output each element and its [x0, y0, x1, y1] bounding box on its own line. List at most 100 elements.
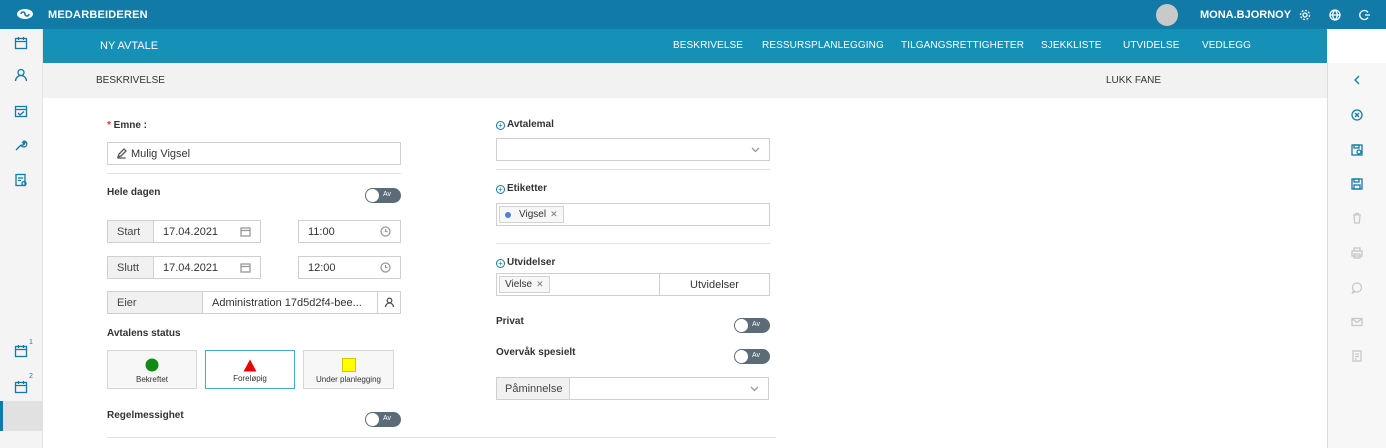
- tags-input[interactable]: Vigsel ✕: [496, 203, 770, 226]
- wrench-icon[interactable]: [13, 137, 29, 153]
- remove-tag-icon[interactable]: ✕: [550, 209, 558, 220]
- extensions-input[interactable]: Vielse ✕ Utvidelser: [496, 273, 770, 296]
- start-time-field[interactable]: 11:00: [298, 220, 401, 243]
- chat-icon[interactable]: [1350, 281, 1364, 295]
- left-rail: 1 2: [0, 29, 43, 448]
- green-circle-icon: [145, 358, 159, 372]
- save-icon[interactable]: [1350, 177, 1364, 191]
- subject-value: Mulig Vigsel: [131, 147, 191, 160]
- end-time-value: 12:00: [308, 261, 336, 274]
- end-date-field[interactable]: Slutt 17.04.2021: [107, 256, 261, 279]
- start-time-value: 11:00: [308, 225, 335, 238]
- window-badge: 2: [29, 373, 33, 380]
- close-tab-button[interactable]: LUKK FANE: [1106, 75, 1161, 86]
- divider: [496, 243, 770, 244]
- settings-icon[interactable]: [1298, 8, 1311, 21]
- tab-ressursplanlegging[interactable]: RESSURSPLANLEGGING: [762, 40, 884, 51]
- calendar-window-icon[interactable]: [13, 379, 29, 395]
- logout-icon[interactable]: [1358, 8, 1371, 21]
- recurrence-label: Regelmessighet: [107, 410, 184, 421]
- chevron-down-icon: [751, 147, 760, 152]
- tab-tilgangsrettigheter[interactable]: TILGANGSRETTIGHETER: [901, 40, 1024, 51]
- chevron-down-icon: [750, 386, 759, 391]
- mail-icon[interactable]: [1350, 315, 1364, 329]
- status-label: Avtalens status: [107, 328, 181, 339]
- user-name[interactable]: MONA.BJORNOY: [1200, 9, 1291, 21]
- owner-value: Administration 17d5d2f4-bee...: [212, 296, 362, 309]
- start-date-field[interactable]: Start 17.04.2021: [107, 220, 261, 243]
- remove-extension-icon[interactable]: ✕: [536, 279, 544, 290]
- status-option-planning[interactable]: Under planlegging: [303, 350, 394, 389]
- yellow-square-icon: [341, 358, 356, 372]
- status-option-label: Foreløpig: [233, 374, 267, 383]
- task-calendar-icon[interactable]: [13, 103, 29, 119]
- avatar[interactable]: [1156, 4, 1178, 26]
- extensions-button[interactable]: Utvidelser: [660, 279, 769, 291]
- private-toggle[interactable]: Av: [734, 318, 770, 333]
- subject-label: * Emne :: [107, 120, 148, 131]
- template-label: + Avtalemal: [496, 119, 554, 130]
- close-circle-icon[interactable]: [1350, 108, 1364, 122]
- app-name[interactable]: MEDARBEIDEREN: [48, 9, 148, 21]
- tab-utvidelse[interactable]: UTVIDELSE: [1123, 40, 1179, 51]
- calendar-icon[interactable]: [240, 262, 251, 273]
- tag-label: Vigsel: [519, 209, 547, 220]
- delete-icon[interactable]: [1350, 211, 1364, 225]
- all-day-label: Hele dagen: [107, 187, 161, 198]
- page-title: NY AVTALE: [100, 40, 159, 52]
- template-select[interactable]: [496, 138, 770, 161]
- section-header: BESKRIVELSE LUKK FANE: [43, 63, 1327, 98]
- divider: [107, 437, 776, 438]
- subject-input[interactable]: Mulig Vigsel: [107, 142, 401, 165]
- person-icon: [384, 297, 394, 308]
- end-date-value: 17.04.2021: [163, 261, 219, 274]
- divider: [107, 173, 401, 174]
- reminder-label: Påminnelse: [497, 378, 570, 399]
- start-date-value: 17.04.2021: [163, 225, 219, 238]
- globe-icon[interactable]: [1328, 8, 1341, 21]
- add-icon: +: [496, 259, 505, 268]
- all-day-toggle[interactable]: Av: [365, 188, 401, 203]
- right-rail: [1327, 63, 1386, 448]
- logo-icon[interactable]: [16, 8, 34, 20]
- top-bar: MEDARBEIDEREN MONA.BJORNOY: [0, 0, 1386, 29]
- collapse-icon[interactable]: [1350, 73, 1364, 87]
- tab-sjekkliste[interactable]: SJEKKLISTE: [1041, 40, 1101, 51]
- red-triangle-icon: [243, 359, 257, 372]
- recurrence-toggle[interactable]: Av: [365, 412, 401, 427]
- reminder-select[interactable]: Påminnelse: [496, 377, 769, 400]
- tag-chip[interactable]: Vigsel ✕: [499, 206, 564, 223]
- status-option-confirmed[interactable]: Bekreftet: [107, 350, 197, 389]
- end-label: Slutt: [108, 257, 154, 278]
- pencil-icon: [116, 148, 127, 159]
- calendar-icon[interactable]: [13, 35, 29, 51]
- add-icon: +: [496, 185, 505, 194]
- status-option-label: Under planlegging: [316, 375, 381, 384]
- person-icon[interactable]: [13, 67, 29, 83]
- owner-label: Eier: [108, 292, 203, 313]
- calendar-window-icon[interactable]: [13, 343, 29, 359]
- tag-color-dot: [505, 211, 511, 218]
- extension-chip[interactable]: Vielse ✕: [499, 276, 550, 293]
- end-time-field[interactable]: 12:00: [298, 256, 401, 279]
- owner-picker-button[interactable]: [377, 292, 400, 313]
- clock-icon[interactable]: [380, 262, 391, 273]
- save-close-icon[interactable]: [1350, 143, 1364, 157]
- clock-icon[interactable]: [380, 226, 391, 237]
- section-title: BESKRIVELSE: [96, 75, 165, 86]
- tab-beskrivelse[interactable]: BESKRIVELSE: [673, 40, 743, 51]
- owner-field[interactable]: Eier Administration 17d5d2f4-bee...: [107, 291, 401, 314]
- document-icon[interactable]: [13, 172, 29, 188]
- calendar-icon[interactable]: [240, 226, 251, 237]
- private-label: Privat: [496, 316, 524, 327]
- extensions-label: + Utvidelser: [496, 257, 555, 268]
- tab-vedlegg[interactable]: VEDLEGG: [1202, 40, 1251, 51]
- print-icon[interactable]: [1350, 246, 1364, 260]
- status-option-tentative[interactable]: Foreløpig: [205, 350, 295, 389]
- monitor-toggle[interactable]: Av: [734, 349, 770, 364]
- note-icon[interactable]: [1350, 349, 1364, 363]
- tags-label: + Etiketter: [496, 183, 547, 194]
- extension-chip-label: Vielse: [505, 279, 533, 290]
- add-icon: +: [496, 121, 505, 130]
- active-window-item[interactable]: [0, 401, 43, 431]
